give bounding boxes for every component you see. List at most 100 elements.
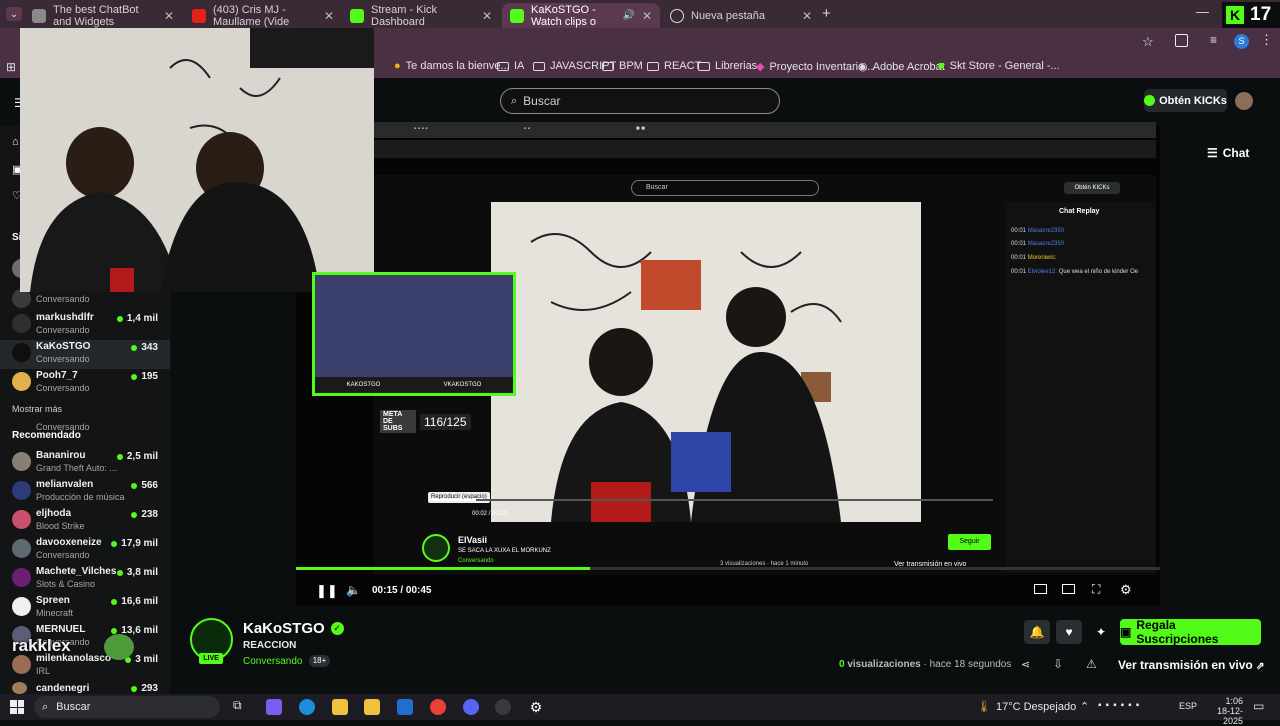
extensions-icon[interactable] — [1175, 34, 1188, 47]
clock-date: 18-12-2025 — [1216, 706, 1243, 726]
settings-icon[interactable]: ⚙ — [528, 699, 544, 715]
file-explorer-icon[interactable] — [332, 699, 348, 715]
tab-chatbot[interactable]: The best ChatBot and Widgets ✕ — [24, 3, 182, 28]
share-icon[interactable]: ⋖ — [1021, 658, 1030, 671]
tray-chevron-icon[interactable]: ⌃ — [1080, 700, 1089, 713]
report-icon[interactable]: ⚠ — [1086, 657, 1097, 671]
channel-category: Conversando — [36, 294, 90, 304]
kick-icon — [510, 8, 524, 23]
bell-icon: 🔔 — [1029, 625, 1045, 639]
menu-icon[interactable]: ⋮ — [1260, 32, 1273, 48]
obs-icon[interactable] — [495, 699, 511, 715]
recommended-heading: Recomendado — [12, 430, 81, 441]
theater-icon[interactable] — [1062, 584, 1075, 594]
minimize-button[interactable]: — — [1196, 4, 1209, 19]
sidebar-item-machete-vilches[interactable]: Machete_Vilches Slots & Casino 3,8 mil — [0, 565, 170, 594]
tray-icons: ▪▪▪▪▪▪ — [1098, 700, 1144, 711]
volume-icon[interactable]: 🔈 — [346, 583, 361, 597]
media-icon[interactable]: ≡ — [1210, 33, 1217, 47]
channel-category: Conversando — [36, 550, 90, 560]
outlook-icon[interactable] — [397, 699, 413, 715]
store-icon[interactable] — [364, 699, 380, 715]
pip-icon[interactable] — [1034, 584, 1047, 594]
viewers-label: 2,5 mil — [126, 451, 158, 462]
watch-live-link[interactable]: Ver transmisión en vivo ⇗ — [1118, 658, 1264, 672]
tab-search-icon[interactable]: ⌄ — [6, 7, 22, 21]
weather-widget[interactable]: 🌡 17°C Despejado — [977, 700, 1076, 714]
stream-category[interactable]: Conversando — [243, 656, 302, 667]
sidebar-item-markushdlfr[interactable]: markushdlfr Conversando 1,4 mil — [0, 311, 170, 340]
weather-icon: 🌡 — [977, 701, 991, 713]
notification-icon[interactable]: ▭ — [1253, 699, 1264, 713]
bookmark[interactable]: ◉ Adobe Acrobat — [858, 60, 945, 74]
close-icon[interactable]: ✕ — [324, 9, 334, 23]
sidebar-item-davooxeneize[interactable]: davooxeneize Conversando 17,9 mil — [0, 536, 170, 565]
channel-name[interactable]: KaKoSTGO — [243, 620, 325, 637]
edge-icon[interactable] — [299, 699, 315, 715]
discord-icon[interactable] — [463, 699, 479, 715]
sidebar-item-eljhoda[interactable]: eljhoda Blood Strike 238 — [0, 507, 170, 536]
sidebar-item-bananirou[interactable]: Bananirou Grand Theft Auto: ... 2,5 mil — [0, 449, 170, 478]
tab-kakostgo-clips[interactable]: KaKoSTGO - Watch clips o 🔊 ✕ — [502, 3, 660, 28]
search-input[interactable]: ⌕ Buscar — [500, 88, 780, 114]
apps-icon[interactable]: ⊞ — [6, 60, 16, 74]
overlay-cam-name: KAKOSTGO — [346, 382, 381, 388]
speaker-icon[interactable]: 🔊 — [622, 10, 634, 21]
sidebar-item-melianvalen[interactable]: melianvalen Producción de música 566 — [0, 478, 170, 507]
close-icon[interactable]: ✕ — [802, 9, 812, 23]
bookmark[interactable]: ◆ Proyecto Inventario... — [756, 60, 873, 74]
close-icon[interactable]: ✕ — [164, 9, 174, 23]
chat-icon: ☰ — [1207, 146, 1218, 160]
captured-tab: ■ ■ — [636, 126, 645, 132]
tab-new[interactable]: Nueva pestaña ✕ — [662, 3, 820, 28]
profile-avatar[interactable]: S — [1234, 34, 1249, 49]
bookmark-folder[interactable]: REACT — [647, 60, 701, 72]
task-view-icon[interactable]: ⧉ — [233, 698, 242, 713]
close-icon[interactable]: ✕ — [482, 9, 492, 23]
chat-toggle-button[interactable]: ☰ Chat — [1207, 141, 1262, 165]
channel-name: Bananirou — [36, 450, 86, 461]
inner-video-frame — [491, 202, 921, 522]
download-icon[interactable]: ⇩ — [1053, 657, 1063, 671]
bookmark-label: Skt Store - General -... — [949, 60, 1060, 72]
gift-subs-button[interactable]: ▣ Regala Suscripciones — [1120, 618, 1261, 646]
bookmark-folder[interactable]: IA — [497, 60, 524, 72]
clock[interactable]: 1:06 18-12-2025 — [1200, 696, 1243, 726]
language-indicator[interactable]: ESP — [1179, 701, 1197, 711]
chrome-icon[interactable] — [430, 699, 446, 715]
channel-name: MERNUEL — [36, 624, 86, 635]
notification-bell-button[interactable]: 🔔 — [1024, 620, 1050, 644]
user-avatar[interactable] — [1235, 92, 1253, 110]
bookmark[interactable]: ● Te damos la bienve... — [394, 60, 510, 72]
sidebar-item-milenkanolasco[interactable]: milenkanolasco IRL 3 mil — [0, 652, 170, 681]
avatar — [12, 343, 31, 362]
sidebar-item-kakostgo[interactable]: KaKoSTGO Conversando 343 — [0, 340, 170, 369]
avatar — [12, 539, 31, 558]
windows-start-icon[interactable] — [10, 700, 24, 714]
sidebar-item-spreen[interactable]: Spreen Minecraft 16,6 mil — [0, 594, 170, 623]
sparkle-button[interactable]: ✦ — [1088, 620, 1114, 644]
home-icon[interactable]: ⌂ — [12, 136, 19, 148]
close-icon[interactable]: ✕ — [642, 9, 652, 23]
bookmark[interactable]: ■ Skt Store - General -... — [938, 60, 1060, 72]
settings-icon[interactable]: ⚙ — [1120, 582, 1132, 598]
chat-time: 00:01 — [1011, 241, 1027, 247]
captured-search-label: Buscar — [646, 184, 668, 191]
channel-name-row: KaKoSTGO ✓ — [243, 620, 344, 637]
star-icon[interactable]: ☆ — [1142, 34, 1154, 50]
follow-heart-button[interactable]: ♥ — [1056, 620, 1082, 644]
sidebar-item-pooh7-7[interactable]: Pooh7_7 Conversando 195 — [0, 369, 170, 398]
bookmark-folder[interactable]: Librerias — [698, 60, 757, 72]
tab-youtube[interactable]: (403) Cris MJ - Maullame (Vide ✕ — [184, 3, 342, 28]
pause-icon[interactable]: ❚❚ — [316, 583, 338, 599]
channel-category: Conversando — [36, 325, 90, 335]
tab-label: (403) Cris MJ - Maullame (Vide — [213, 3, 290, 28]
get-kicks-button[interactable]: Obtén KICKs — [1144, 89, 1227, 112]
fullscreen-icon[interactable]: ⛶ — [1092, 582, 1100, 597]
show-more-link[interactable]: Mostrar más — [12, 404, 62, 414]
taskbar-search[interactable]: ⌕ Buscar — [34, 696, 220, 718]
tab-kick-dashboard[interactable]: Stream - Kick Dashboard ✕ — [342, 3, 500, 28]
copilot-icon[interactable] — [266, 699, 282, 715]
bookmark-folder[interactable]: BPM — [602, 60, 643, 72]
new-tab-button[interactable]: + — [822, 5, 831, 22]
